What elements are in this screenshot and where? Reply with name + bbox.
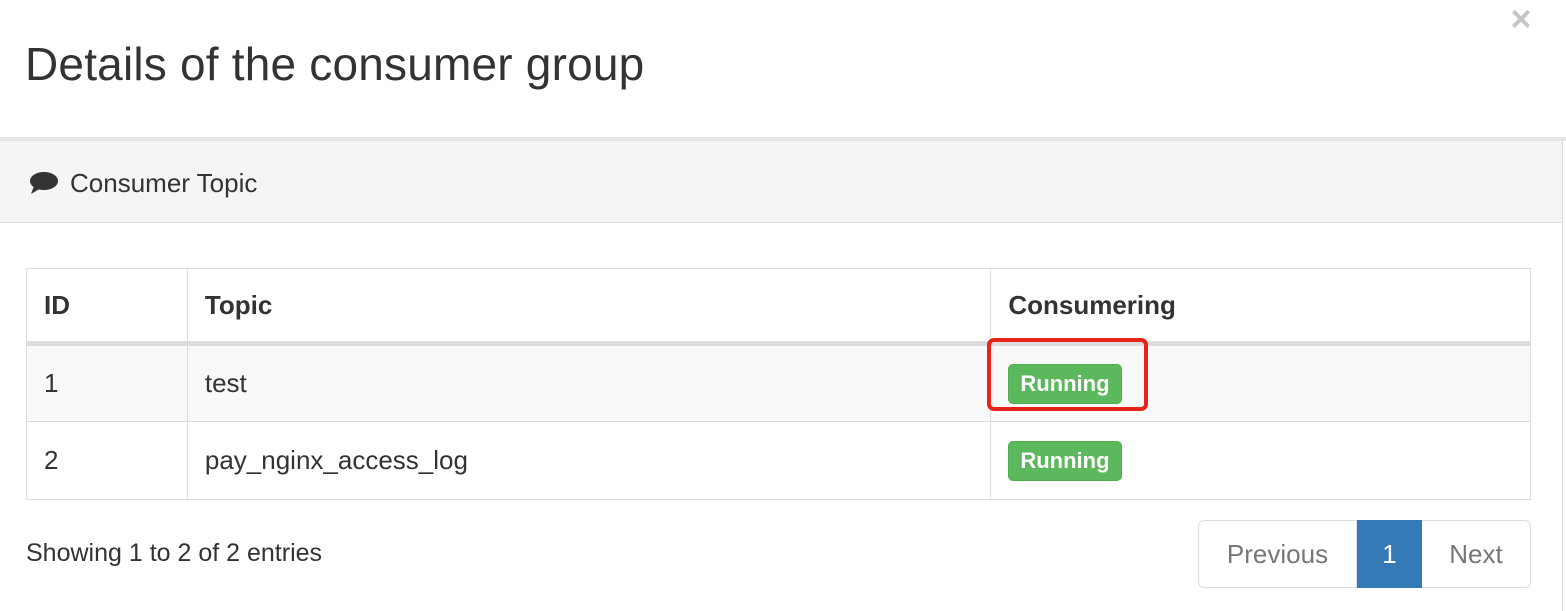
row-topic: test <box>186 343 992 422</box>
table-row: 1 test Running <box>26 337 1531 422</box>
status-badge-wrapper: Running <box>987 337 1149 411</box>
row-status-cell: Running <box>990 421 1531 500</box>
column-header-topic[interactable]: Topic <box>186 268 992 346</box>
table-row: 2 pay_nginx_access_log Running <box>26 421 1531 500</box>
row-status-cell: Running <box>987 337 1531 422</box>
status-badge: Running <box>1008 363 1122 404</box>
comment-icon <box>30 172 58 194</box>
consumer-group-modal: × Details of the consumer group Consumer… <box>0 0 1566 611</box>
table-header-row: ID Topic Consumering <box>26 268 1531 346</box>
next-page-button[interactable]: Next <box>1422 520 1531 588</box>
row-id: 1 <box>26 343 188 422</box>
column-header-id[interactable]: ID <box>26 268 188 346</box>
row-id: 2 <box>26 421 188 500</box>
previous-page-button[interactable]: Previous <box>1198 520 1357 588</box>
consumer-topic-panel: Consumer Topic ID Topic Consumering 1 te… <box>0 141 1563 611</box>
close-button[interactable]: × <box>1504 1 1538 37</box>
modal-title: Details of the consumer group <box>25 38 645 90</box>
column-header-consumering[interactable]: Consumering <box>990 268 1531 346</box>
pagination: Previous 1 Next <box>1198 520 1531 588</box>
panel-heading: Consumer Topic <box>0 141 1562 223</box>
table-info: Showing 1 to 2 of 2 entries <box>26 539 323 567</box>
row-topic: pay_nginx_access_log <box>186 421 992 500</box>
topic-table: ID Topic Consumering 1 test Running 2 pa… <box>26 268 1531 500</box>
status-badge: Running <box>1008 440 1122 481</box>
page-1-button[interactable]: 1 <box>1357 520 1422 588</box>
panel-title: Consumer Topic <box>70 168 258 198</box>
